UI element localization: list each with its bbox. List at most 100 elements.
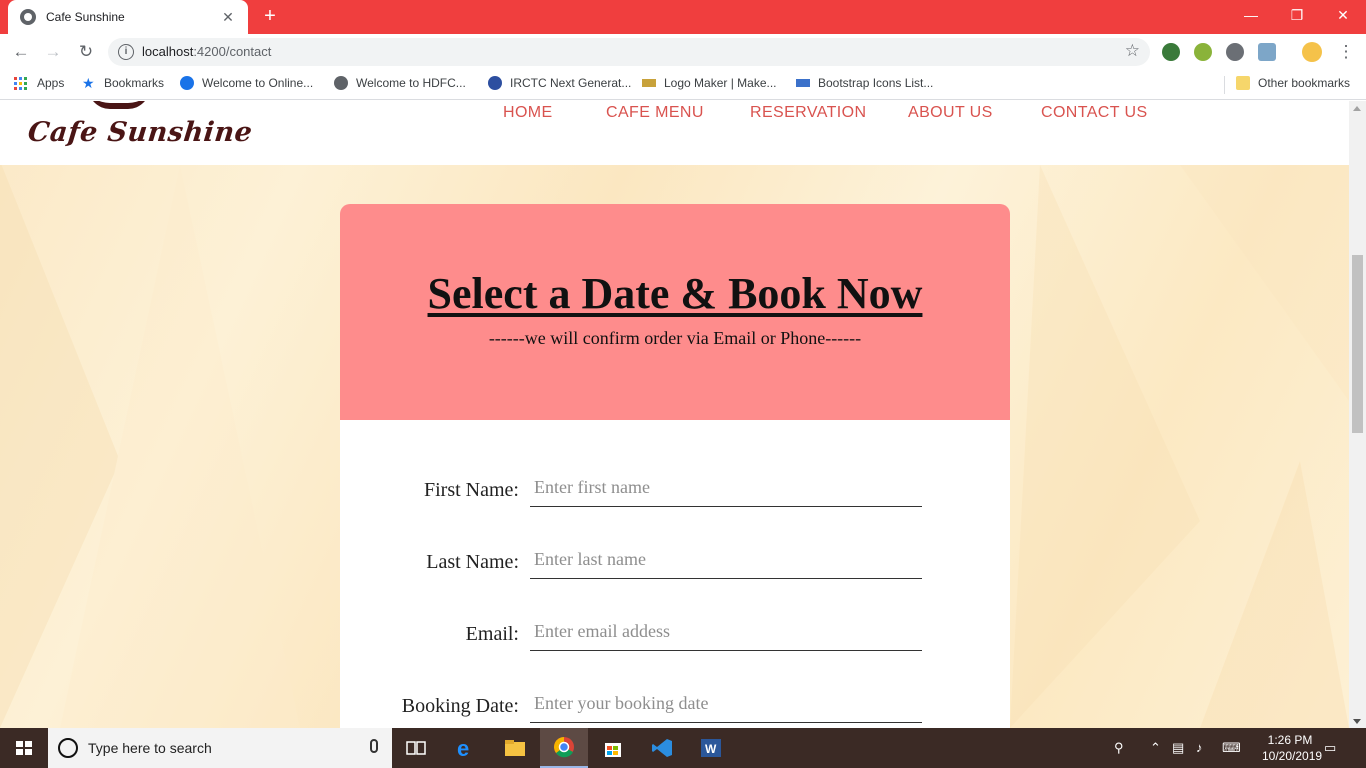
people-icon[interactable]: ⚲ (1114, 740, 1124, 756)
bookmark-item[interactable]: ★ Bookmarks (82, 76, 164, 90)
chrome-browser-icon[interactable] (540, 728, 588, 768)
email-label: Email: (465, 623, 519, 645)
irctc-icon (488, 76, 502, 90)
clock-date: 10/20/2019 (1262, 749, 1323, 763)
other-bookmarks-label: Other bookmarks (1258, 76, 1351, 90)
bookmark-item[interactable]: Welcome to Online... (180, 76, 313, 90)
apps-grid-icon (14, 76, 27, 90)
bookmark-label: Bookmarks (104, 76, 165, 90)
bookmark-apps[interactable]: Apps (14, 76, 64, 90)
cortana-icon (58, 738, 78, 758)
booking-date-label: Booking Date: (401, 695, 519, 717)
bookmark-apps-label: Apps (37, 76, 65, 90)
nav-about-us[interactable]: ABOUT US (908, 104, 993, 122)
svg-text:e: e (457, 737, 469, 759)
page-scrollbar[interactable] (1349, 101, 1366, 728)
edge-browser-icon[interactable]: e (442, 728, 490, 768)
coffee-cup-logo-icon (88, 101, 150, 109)
globe-icon (334, 76, 348, 90)
star-icon: ★ (82, 75, 95, 91)
tray-chevron-up-icon[interactable]: ⌃ (1150, 740, 1161, 756)
bookmarks-divider (1224, 76, 1225, 94)
bookmark-label: IRCTC Next Generat... (510, 76, 632, 90)
svg-text:W: W (705, 742, 717, 756)
url-host: localhost (142, 44, 194, 59)
mdb-icon (796, 79, 810, 87)
scroll-up-arrow-icon[interactable] (1353, 106, 1361, 111)
bookmark-item[interactable]: Bootstrap Icons List... (796, 76, 933, 90)
microphone-icon[interactable] (370, 739, 378, 753)
extension-eye-icon[interactable] (1226, 43, 1244, 61)
bookmark-label: Logo Maker | Make... (664, 76, 777, 90)
email-input[interactable] (530, 613, 922, 651)
bookmark-item[interactable]: Welcome to HDFC... (334, 76, 466, 90)
bookmark-star-icon[interactable]: ☆ (1125, 41, 1140, 61)
page-viewport: Cafe Sunshine HOME CAFE MENU RESERVATION… (0, 101, 1349, 728)
scrollbar-thumb[interactable] (1352, 255, 1363, 433)
site-info-icon[interactable]: i (118, 44, 134, 60)
address-bar[interactable]: i localhost:4200/contact ☆ (108, 38, 1150, 66)
restore-button[interactable]: ❐ (1274, 0, 1320, 30)
globe-icon (20, 9, 36, 25)
taskbar-search-box[interactable]: Type here to search (48, 728, 392, 768)
minimize-button[interactable]: — (1228, 0, 1274, 30)
tab-title: Cafe Sunshine (46, 10, 125, 24)
extension-green-icon[interactable] (1194, 43, 1212, 61)
bookmarks-bar: Apps ★ Bookmarks Welcome to Online... We… (0, 70, 1366, 100)
booking-subtitle: ------we will confirm order via Email or… (488, 328, 862, 348)
vscode-icon[interactable] (638, 728, 686, 768)
volume-icon[interactable]: ♪ (1196, 740, 1203, 755)
site-logo[interactable]: Cafe Sunshine (26, 117, 254, 148)
bookmark-label: Bootstrap Icons List... (818, 76, 934, 90)
microsoft-store-icon[interactable] (589, 728, 637, 768)
extension-image-icon[interactable] (1258, 43, 1276, 61)
taskbar-search-placeholder: Type here to search (88, 740, 212, 756)
file-explorer-icon[interactable] (491, 728, 539, 768)
booking-date-input[interactable] (530, 685, 922, 723)
window-close-button[interactable]: ✕ (1320, 0, 1366, 30)
info-circle-icon (180, 76, 194, 90)
tab-close-icon[interactable]: ✕ (220, 9, 236, 26)
windows-logo-icon (16, 741, 32, 755)
booking-title: Select a Date & Book Now (427, 269, 923, 318)
last-name-input[interactable] (530, 541, 922, 579)
first-name-input[interactable] (530, 469, 922, 507)
clock-time: 1:26 PM (1267, 733, 1313, 747)
nav-home[interactable]: HOME (503, 104, 553, 122)
logo-maker-icon (642, 79, 656, 87)
site-header: Cafe Sunshine HOME CAFE MENU RESERVATION… (0, 101, 1349, 165)
browser-tab[interactable]: Cafe Sunshine ✕ (8, 0, 248, 34)
bookmark-label: Welcome to Online... (202, 76, 314, 90)
scroll-down-arrow-icon[interactable] (1353, 719, 1361, 724)
booking-form: First Name: Last Name: Email: Booking Da… (340, 420, 1010, 728)
last-name-label: Last Name: (426, 551, 519, 573)
url-text[interactable]: localhost:4200/contact (142, 44, 271, 59)
word-icon[interactable]: W (687, 728, 735, 768)
extension-globe-icon[interactable] (1162, 43, 1180, 61)
nav-cafe-menu[interactable]: CAFE MENU (606, 104, 704, 122)
first-name-label: First Name: (424, 479, 519, 501)
new-tab-button[interactable]: + (259, 5, 281, 27)
bookmark-item[interactable]: IRCTC Next Generat... (488, 76, 631, 90)
browser-tab-strip: Cafe Sunshine ✕ + — ❐ ✕ (0, 0, 1366, 34)
task-view-icon[interactable] (392, 728, 440, 768)
browser-toolbar: ← → ↻ i localhost:4200/contact ☆ ⋮ (0, 34, 1366, 70)
url-path: :4200/contact (193, 44, 272, 59)
start-button[interactable] (0, 728, 48, 768)
menu-kebab-icon[interactable]: ⋮ (1334, 40, 1358, 64)
bookmark-item[interactable]: Logo Maker | Make... (642, 76, 777, 90)
nav-contact-us[interactable]: CONTACT US (1041, 104, 1148, 122)
back-arrow-icon[interactable]: ← (9, 40, 33, 64)
other-bookmarks[interactable]: Other bookmarks (1236, 76, 1350, 90)
nav-reservation[interactable]: RESERVATION (750, 104, 866, 122)
keyboard-icon[interactable]: ⌨ (1222, 740, 1241, 756)
folder-icon (1236, 76, 1250, 90)
network-icon[interactable]: ▤ (1172, 740, 1184, 756)
forward-arrow-icon[interactable]: → (41, 40, 65, 64)
taskbar-clock[interactable]: 1:26 PM 10/20/2019 (1262, 732, 1323, 764)
profile-avatar-icon[interactable] (1302, 42, 1322, 62)
booking-card-header: Select a Date & Book Now ------we will c… (340, 204, 1010, 420)
notifications-icon[interactable]: ▭ (1324, 740, 1336, 756)
reload-icon[interactable]: ↻ (74, 40, 98, 64)
windows-taskbar: Type here to search e W ⚲ ⌃ ▤ ♪ ⌨ 1:26 P… (0, 728, 1366, 768)
